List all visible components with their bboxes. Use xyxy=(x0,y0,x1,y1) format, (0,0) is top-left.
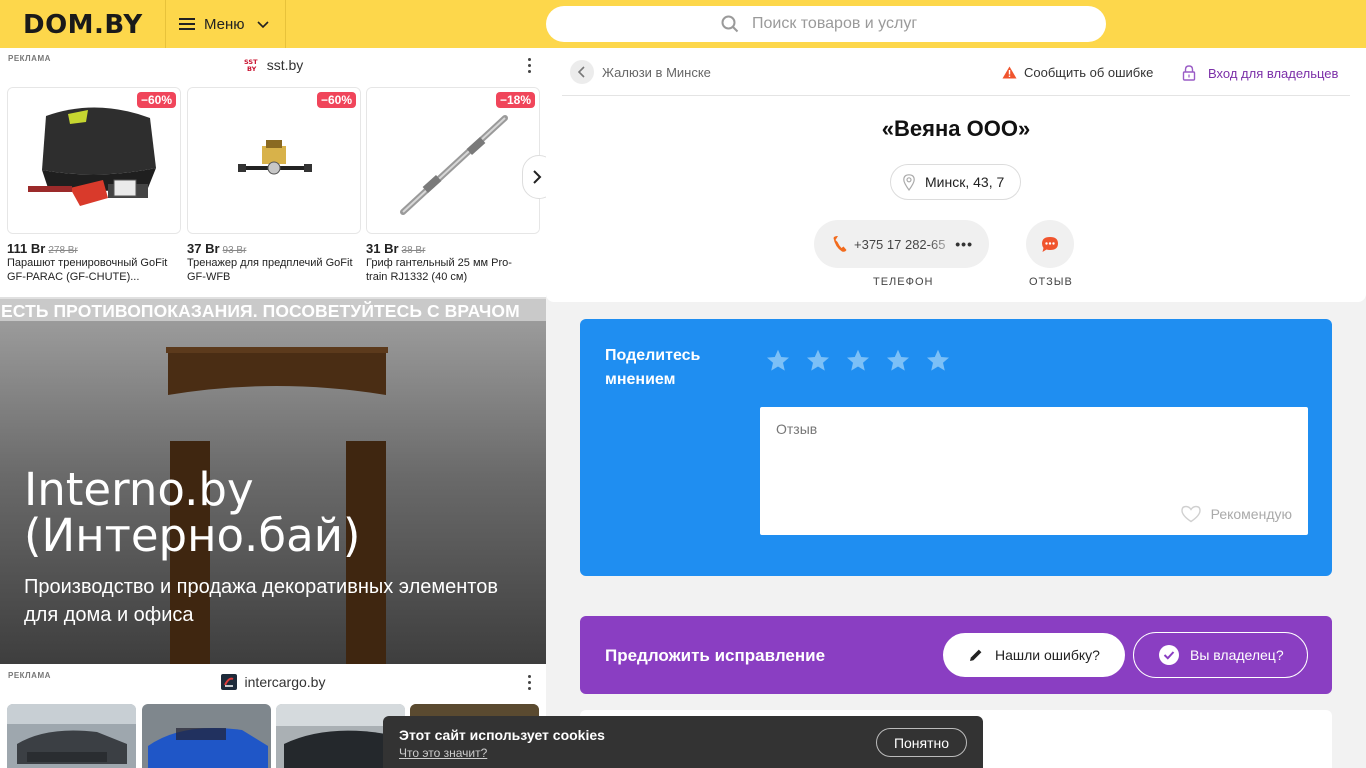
price-current: 31 Br xyxy=(366,241,399,256)
discount-badge: −18% xyxy=(495,92,535,108)
product-name[interactable]: Гриф гантельный 25 мм Pro-train RJ1332 (… xyxy=(366,256,526,284)
found-error-label: Нашли ошибку? xyxy=(995,647,1100,663)
suggest-correction-title: Предложить исправление xyxy=(605,646,826,665)
car-image-2[interactable] xyxy=(142,704,271,768)
more-options-icon[interactable] xyxy=(528,675,532,690)
promo-subtitle: Производство и продажа декоративных элем… xyxy=(24,576,498,626)
price-old: 278 Br xyxy=(48,245,78,256)
sst-favicon-icon: SST BY xyxy=(243,57,259,73)
found-error-button[interactable]: Нашли ошибку? xyxy=(943,633,1125,677)
product-price: 111 Br 278 Br xyxy=(7,241,78,256)
discount-badge: −60% xyxy=(316,92,356,108)
barbell-bar-image xyxy=(367,88,539,233)
product-price: 37 Br 93 Br xyxy=(187,241,246,256)
review-placeholder: Отзыв xyxy=(776,421,818,437)
ad-block-sst: РЕКЛАМА SSTBY sst.by −60% 111 Br278 Br xyxy=(0,48,546,297)
more-options-icon[interactable] xyxy=(528,58,532,73)
cookie-title: Этот сайт использует cookies xyxy=(399,727,605,743)
star-icon[interactable] xyxy=(926,349,950,372)
warning-icon xyxy=(1002,66,1017,79)
cookie-banner: Этот сайт использует cookies Что это зна… xyxy=(383,716,983,768)
price-old: 93 Br xyxy=(222,245,247,256)
more-dots-icon: ••• xyxy=(955,236,973,252)
ad-source[interactable]: SST BY sst.by xyxy=(0,57,546,73)
search-icon xyxy=(721,15,739,33)
review-button[interactable] xyxy=(1026,220,1074,268)
interno-promo-banner[interactable]: Interno.by (Интерно.бай) Производство и … xyxy=(0,321,546,664)
phone-icon xyxy=(832,235,848,253)
site-logo[interactable]: DOM.BY xyxy=(23,10,143,40)
suggest-correction-panel: Предложить исправление Нашли ошибку? Вы … xyxy=(580,616,1332,694)
heart-icon xyxy=(1180,505,1201,523)
price-old: 38 Br xyxy=(401,245,426,256)
chevron-right-icon xyxy=(532,169,542,185)
medical-warning-banner: ЕСТЬ ПРОТИВОПОКАЗАНИЯ. ПОСОВЕТУЙТЕСЬ С В… xyxy=(0,297,546,321)
product-card-1[interactable]: −60% xyxy=(7,87,181,234)
recommend-label: Рекомендую xyxy=(1210,506,1292,522)
review-caption: ОТЗЫВ xyxy=(1029,276,1073,288)
divider xyxy=(562,95,1350,96)
price-current: 111 Br xyxy=(7,241,46,256)
left-ad-column: РЕКЛАМА SSTBY sst.by −60% 111 Br278 Br xyxy=(0,48,546,768)
search-input[interactable]: Поиск товаров и услуг xyxy=(546,6,1106,42)
menu-label: Меню xyxy=(204,15,245,33)
star-icon[interactable] xyxy=(846,349,870,372)
ad-source[interactable]: intercargo.by xyxy=(0,674,546,690)
hamburger-icon xyxy=(179,18,195,30)
top-header: DOM.BY Меню Поиск товаров и услуг xyxy=(0,0,1366,48)
are-you-owner-button[interactable]: Вы владелец? xyxy=(1133,632,1308,678)
ad-source-domain: sst.by xyxy=(266,57,304,73)
star-icon[interactable] xyxy=(806,349,830,372)
owner-login-label: Вход для владельцев xyxy=(1208,65,1339,81)
report-error-label: Сообщить об ошибке xyxy=(1024,65,1154,80)
intercargo-favicon-icon xyxy=(220,674,237,690)
owner-login-link[interactable]: Вход для владельцев xyxy=(1182,65,1338,81)
star-icon[interactable] xyxy=(886,349,910,372)
star-rating[interactable] xyxy=(766,349,950,372)
product-card-2[interactable]: −60% xyxy=(187,87,361,234)
review-textarea[interactable]: Отзыв Рекомендую xyxy=(760,407,1308,535)
recommend-toggle[interactable]: Рекомендую xyxy=(1180,505,1292,523)
product-price: 31 Br 38 Br xyxy=(366,241,425,256)
breadcrumb[interactable]: Жалюзи в Минске xyxy=(570,60,711,84)
chevron-down-icon xyxy=(256,16,269,33)
search-placeholder: Поиск товаров и услуг xyxy=(752,15,918,32)
lock-icon xyxy=(1182,65,1196,81)
share-opinion-panel: Поделитесь мнением Отзыв Рекомендую xyxy=(580,319,1332,576)
product-name[interactable]: Тренажер для предплечий GoFit GF-WFB xyxy=(187,256,359,284)
report-error-link[interactable]: Сообщить об ошибке xyxy=(1002,65,1153,80)
company-card: Жалюзи в Минске Сообщить об ошибке Вход … xyxy=(546,48,1366,302)
menu-button[interactable]: Меню xyxy=(165,0,286,48)
address-label: Минск, 43, 7 xyxy=(925,174,1005,190)
discount-badge: −60% xyxy=(136,92,176,108)
svg-text:BY: BY xyxy=(247,65,257,73)
phone-caption: ТЕЛЕФОН xyxy=(873,276,934,288)
chat-bubble-icon xyxy=(1041,236,1059,253)
cookie-info-link[interactable]: Что это значит? xyxy=(399,746,487,760)
breadcrumb-label: Жалюзи в Минске xyxy=(602,64,711,80)
address-button[interactable]: Минск, 43, 7 xyxy=(890,164,1021,200)
parachute-image xyxy=(8,88,180,233)
pencil-icon xyxy=(969,648,983,662)
carousel-next-button[interactable] xyxy=(522,155,546,199)
ad-source-domain: intercargo.by xyxy=(244,674,326,690)
price-current: 37 Br xyxy=(187,241,220,256)
product-card-3[interactable]: −18% xyxy=(366,87,540,234)
promo-title: Interno.by (Интерно.бай) xyxy=(24,463,361,562)
car-image-1[interactable] xyxy=(7,704,136,768)
chevron-left-icon xyxy=(570,60,594,84)
phone-number: +375 17 282-65 xyxy=(854,237,950,252)
cookie-accept-button[interactable]: Понятно xyxy=(876,728,967,757)
are-you-owner-label: Вы владелец? xyxy=(1190,647,1284,663)
forearm-trainer-image xyxy=(188,88,360,233)
check-circle-icon xyxy=(1158,644,1180,666)
share-title: Поделитесь мнением xyxy=(605,347,701,388)
phone-button[interactable]: +375 17 282-65 ••• xyxy=(814,220,989,268)
company-name: «Веяна ООО» xyxy=(881,116,1031,141)
star-icon[interactable] xyxy=(766,349,790,372)
product-name[interactable]: Парашют тренировочный GoFit GF-PARAC (GF… xyxy=(7,256,179,284)
map-pin-icon xyxy=(903,173,915,191)
